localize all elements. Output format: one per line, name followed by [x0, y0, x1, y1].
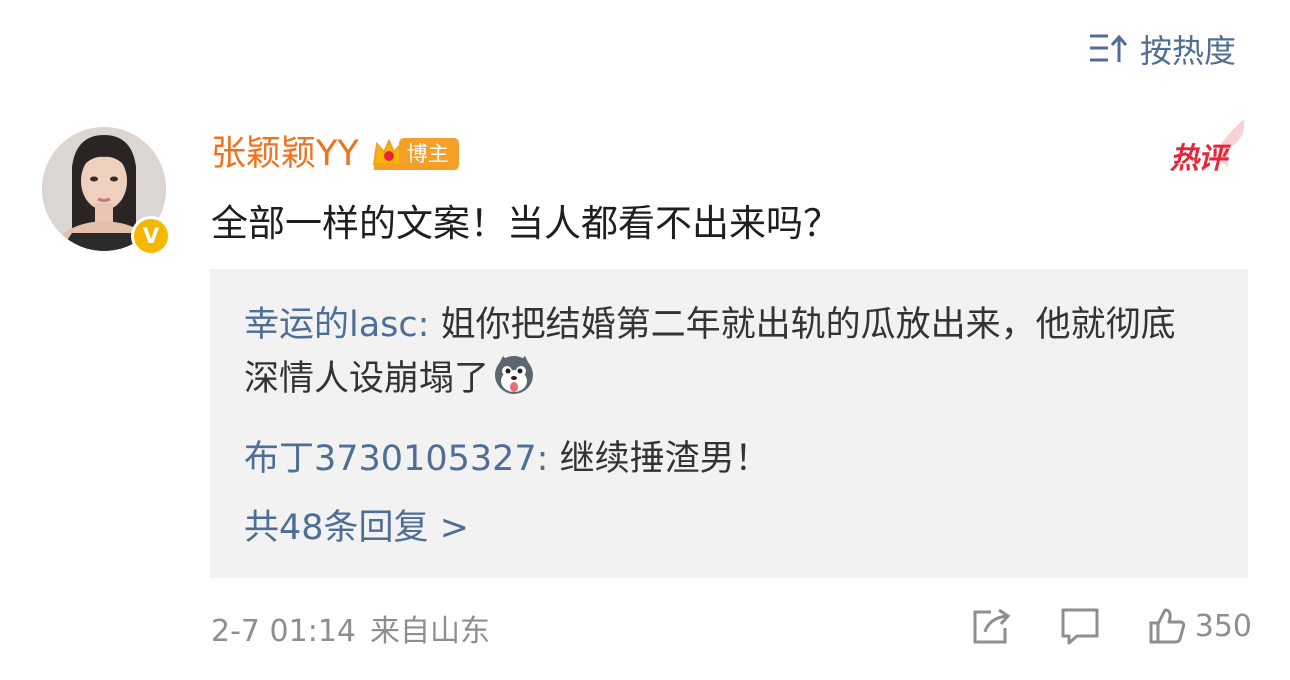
- reply-text: 继续捶渣男！: [548, 439, 770, 479]
- sort-label: 按热度: [1140, 32, 1237, 70]
- view-more-replies-link[interactable]: 共48条回复 >: [244, 501, 469, 555]
- reply-author[interactable]: 幸运的lasc:: [244, 305, 429, 345]
- verified-badge-icon: V: [131, 216, 171, 256]
- reply-author[interactable]: 布丁3730105327:: [244, 439, 548, 479]
- username[interactable]: 张颖颖YY: [211, 131, 359, 177]
- like-button[interactable]: 350: [1147, 606, 1252, 646]
- comment-text: 全部一样的文案！当人都看不出来吗？: [211, 202, 840, 245]
- husky-emoji-icon: [493, 354, 535, 396]
- thumbs-up-icon: [1149, 608, 1185, 644]
- hot-comment-badge: 热评: [1170, 117, 1250, 175]
- comment-icon: [1061, 608, 1099, 645]
- sort-by-hot-button[interactable]: 按热度: [1088, 26, 1236, 72]
- reply-item[interactable]: 幸运的lasc: 姐你把结婚第二年就出轨的瓜放出来，他就彻底深情人设崩塌了: [244, 298, 1204, 406]
- comment-meta: 2-7 01:14 来自山东: [211, 610, 490, 654]
- blogger-label: 博主: [398, 138, 459, 170]
- hot-comment-label: 热评: [1170, 141, 1227, 175]
- verified-mark: V: [142, 224, 160, 248]
- timestamp: 2-7 01:14: [211, 614, 356, 649]
- comment-actions: 350: [971, 606, 1252, 646]
- reply-button[interactable]: [1059, 606, 1101, 646]
- share-button[interactable]: [971, 606, 1013, 646]
- location: 来自山东: [370, 614, 490, 649]
- reply-box: 幸运的lasc: 姐你把结婚第二年就出轨的瓜放出来，他就彻底深情人设崩塌了 布丁…: [210, 269, 1248, 578]
- sort-hot-icon: [1088, 32, 1128, 66]
- share-icon: [973, 608, 1010, 644]
- reply-item[interactable]: 布丁3730105327: 继续捶渣男！: [244, 432, 770, 486]
- blogger-badge: 博主: [369, 134, 459, 174]
- comment-header: 张颖颖YY 博主: [211, 131, 459, 177]
- like-count: 350: [1194, 608, 1252, 644]
